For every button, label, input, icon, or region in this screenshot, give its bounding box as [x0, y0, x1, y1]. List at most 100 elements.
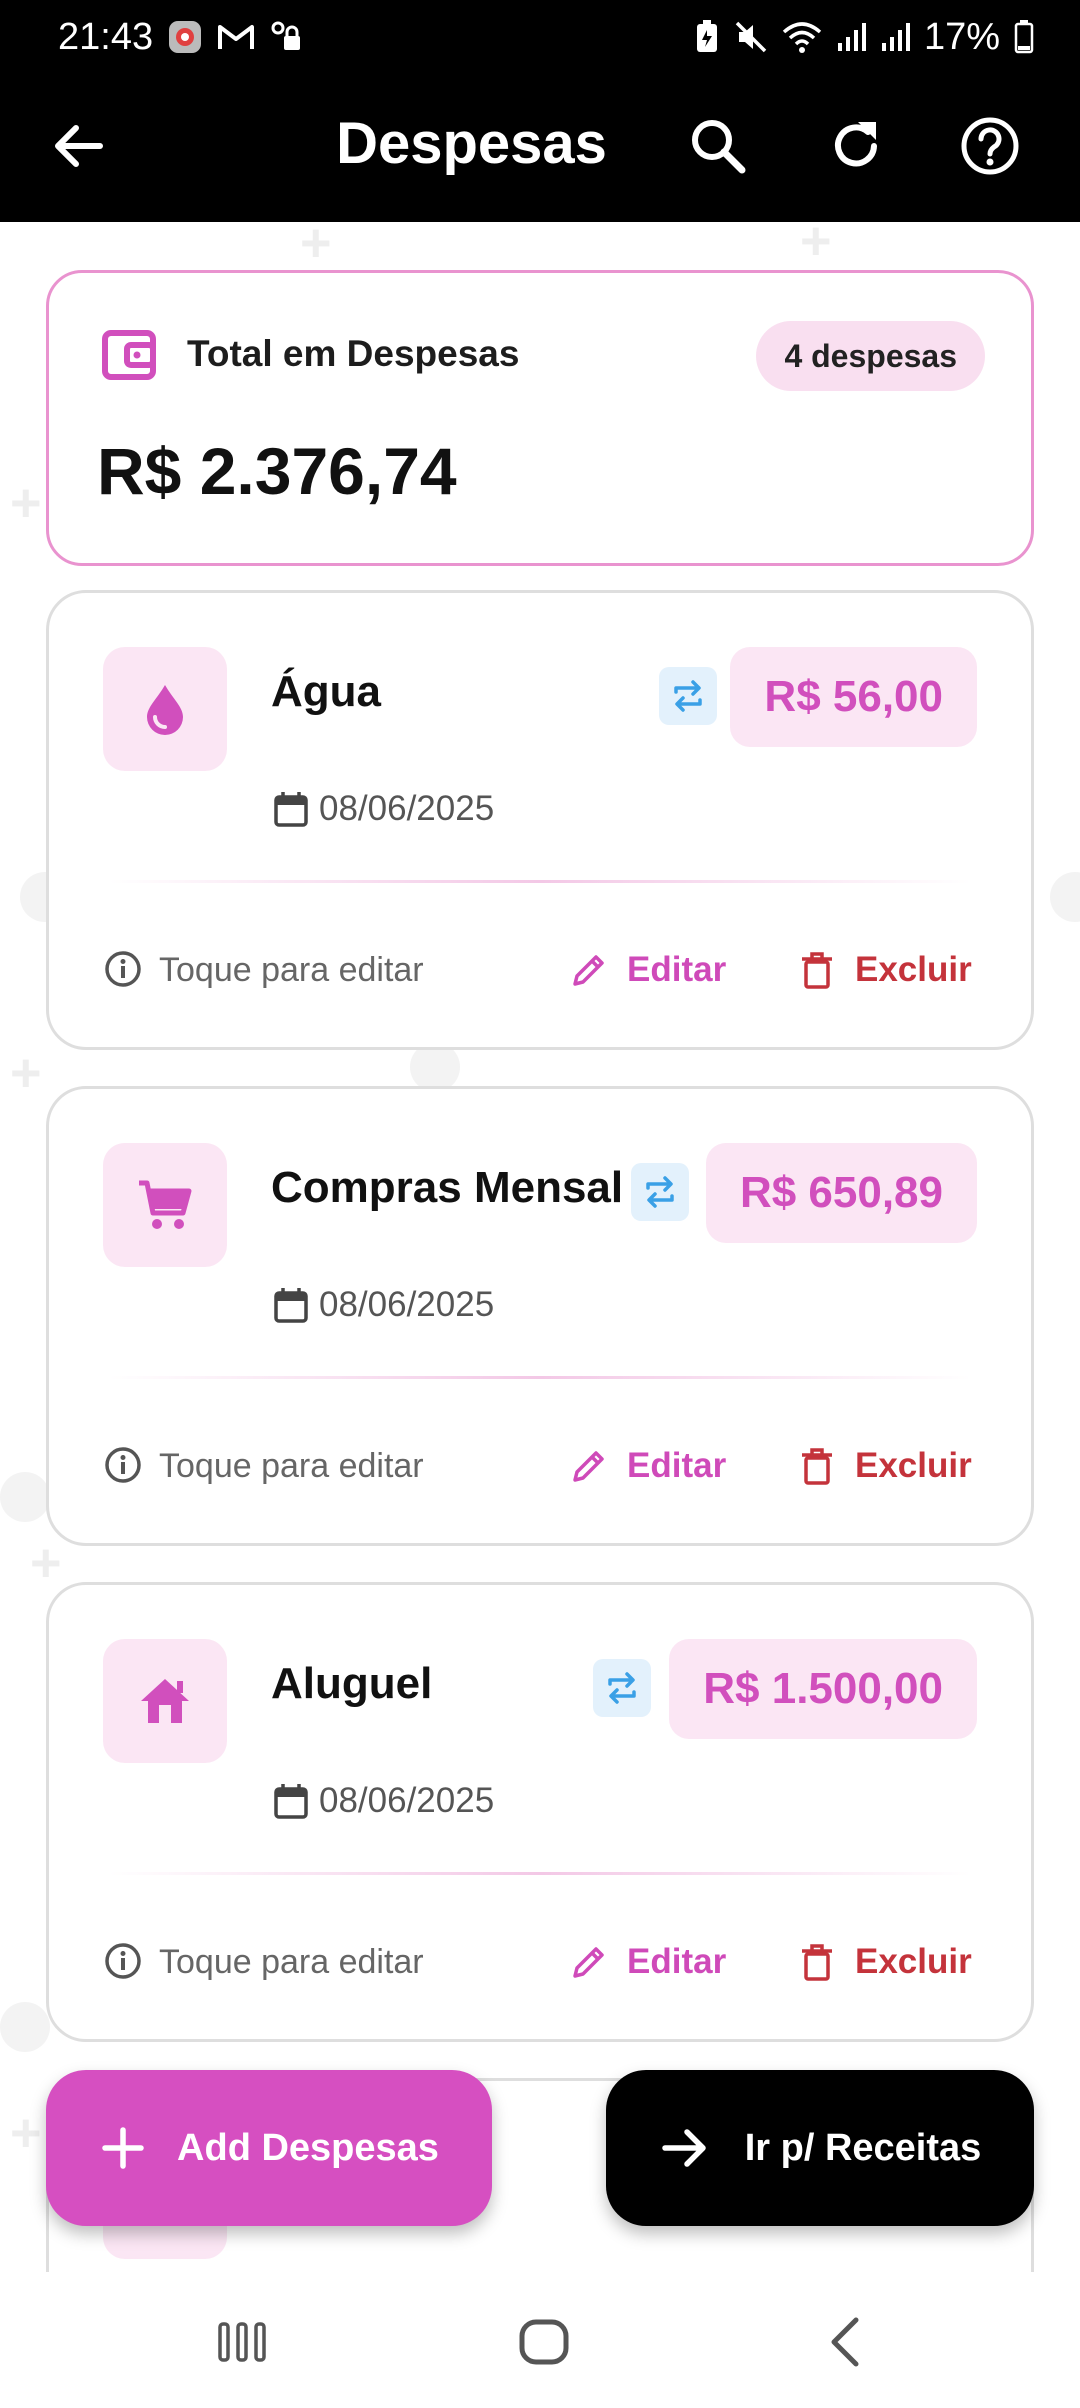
help-button[interactable] — [956, 112, 1024, 180]
expense-date: 08/06/2025 — [319, 789, 495, 828]
expense-card[interactable]: Água R$ 56,00 08/06/2025 Toque para edit… — [46, 590, 1034, 1050]
battery-icon — [1014, 20, 1034, 54]
battery-saver-icon — [694, 20, 720, 54]
calendar-icon — [274, 1784, 308, 1819]
background-plus-decoration: + — [10, 473, 42, 533]
expense-date: 08/06/2025 — [319, 1285, 495, 1324]
app-notification-icon — [167, 19, 203, 55]
trash-icon — [802, 952, 832, 989]
tap-to-edit-hint: Toque para editar — [159, 1447, 424, 1485]
help-circle-icon — [961, 117, 1019, 175]
vpn-lock-icon — [269, 19, 305, 55]
recent-apps-icon — [218, 2322, 266, 2362]
delete-label: Excluir — [855, 1942, 972, 1981]
recent-apps-button[interactable] — [212, 2312, 272, 2372]
card-divider — [109, 1872, 971, 1875]
plus-icon — [102, 2127, 144, 2169]
wallet-icon — [101, 327, 157, 383]
edit-button[interactable]: Editar — [557, 1429, 738, 1503]
expense-name: Aluguel — [271, 1659, 433, 1708]
pencil-icon — [573, 1947, 604, 1978]
pencil-icon — [573, 1451, 604, 1482]
home-icon — [519, 2319, 569, 2365]
expense-card[interactable]: Compras Mensal R$ 650,89 08/06/2025 Toqu… — [46, 1086, 1034, 1546]
home-button[interactable] — [514, 2312, 574, 2372]
calendar-icon — [274, 1288, 308, 1323]
mute-icon — [734, 20, 768, 54]
status-time: 21:43 — [58, 15, 154, 58]
status-left: 21:43 — [58, 16, 305, 59]
expense-list[interactable]: + + + + + + Total em Despesas 4 despesas… — [0, 222, 1080, 2272]
trash-icon — [802, 1448, 832, 1485]
gmail-icon — [217, 22, 255, 52]
delete-button[interactable]: Excluir — [787, 933, 984, 1007]
category-icon-container — [103, 647, 227, 771]
water-drop-icon — [147, 685, 183, 735]
total-label: Total em Despesas — [187, 333, 520, 374]
status-bar: 21:43 17% — [0, 0, 1080, 74]
edit-button[interactable]: Editar — [557, 1925, 738, 1999]
total-summary-card: Total em Despesas 4 despesas R$ 2.376,74 — [46, 270, 1034, 566]
refresh-icon — [835, 122, 877, 167]
repeat-icon — [646, 1176, 674, 1208]
delete-button[interactable]: Excluir — [787, 1429, 984, 1503]
info-icon — [105, 1943, 141, 1979]
background-plus-decoration: + — [30, 1533, 62, 1593]
category-icon-container — [103, 1143, 227, 1267]
pencil-icon — [573, 955, 604, 986]
total-amount: R$ 2.376,74 — [97, 434, 457, 508]
expense-count-badge: 4 despesas — [756, 321, 985, 391]
delete-button[interactable]: Excluir — [787, 1925, 984, 1999]
system-nav-bar — [0, 2272, 1080, 2408]
system-back-button[interactable] — [816, 2312, 876, 2372]
repeat-icon — [674, 680, 702, 712]
expense-amount: R$ 56,00 — [730, 647, 977, 747]
background-plus-decoration: + — [800, 222, 832, 271]
category-icon-container — [103, 1639, 227, 1763]
add-expense-label: Add Despesas — [177, 2126, 439, 2169]
card-divider — [109, 880, 971, 883]
back-chevron-icon — [831, 2317, 859, 2367]
info-icon — [105, 1447, 141, 1483]
background-dot — [1050, 872, 1080, 922]
background-dot — [0, 2002, 50, 2052]
app-bar: Despesas — [0, 74, 1080, 222]
edit-button[interactable]: Editar — [557, 933, 738, 1007]
signal-icon-2 — [880, 21, 910, 53]
expense-name: Compras Mensal — [271, 1163, 624, 1212]
delete-label: Excluir — [855, 950, 972, 989]
shopping-cart-icon — [139, 1180, 192, 1229]
signal-icon — [836, 21, 866, 53]
expense-amount: R$ 650,89 — [705, 1143, 977, 1243]
repeat-icon — [608, 1672, 636, 1704]
arrow-forward-icon — [661, 2129, 706, 2167]
recurring-badge — [593, 1659, 651, 1717]
search-icon — [692, 120, 746, 174]
background-plus-decoration: + — [10, 1043, 42, 1103]
edit-label: Editar — [627, 950, 727, 989]
background-plus-decoration: + — [10, 2103, 42, 2163]
expense-card[interactable]: Aluguel R$ 1.500,00 08/06/2025 Toque par… — [46, 1582, 1034, 2042]
refresh-button[interactable] — [822, 112, 890, 180]
expense-amount: R$ 1.500,00 — [669, 1639, 977, 1739]
background-dot — [0, 1472, 50, 1522]
background-plus-decoration: + — [300, 222, 332, 273]
status-right: 17% — [694, 16, 1034, 59]
search-button[interactable] — [684, 112, 752, 180]
delete-label: Excluir — [855, 1446, 972, 1485]
info-icon — [105, 951, 141, 987]
wifi-icon — [782, 20, 822, 54]
expense-date: 08/06/2025 — [319, 1781, 495, 1820]
edit-label: Editar — [627, 1446, 727, 1485]
house-icon — [141, 1679, 189, 1723]
battery-percent: 17% — [923, 15, 1000, 58]
add-expense-button[interactable]: Add Despesas — [46, 2070, 492, 2226]
tap-to-edit-hint: Toque para editar — [159, 951, 424, 989]
go-to-receitas-label: Ir p/ Receitas — [744, 2126, 982, 2169]
card-divider — [109, 1376, 971, 1379]
tap-to-edit-hint: Toque para editar — [159, 1943, 424, 1981]
calendar-icon — [274, 792, 308, 827]
go-to-receitas-button[interactable]: Ir p/ Receitas — [606, 2070, 1034, 2226]
trash-icon — [802, 1944, 832, 1981]
page-title: Despesas — [336, 111, 607, 176]
